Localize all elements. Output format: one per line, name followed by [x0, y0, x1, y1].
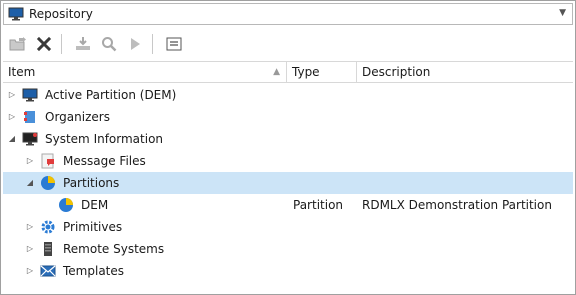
- repository-panel: Repository ▼ Item ▲ Type Description ▷ A…: [0, 0, 576, 295]
- tree-row-label: DEM: [81, 198, 109, 212]
- organizers-icon: [21, 108, 39, 126]
- collapsed-arrow-icon[interactable]: ▷: [7, 84, 17, 106]
- tree-row-label: Templates: [63, 264, 125, 278]
- monitor-icon: [7, 6, 25, 22]
- open-folder-icon[interactable]: [7, 33, 29, 55]
- monitor-icon: [21, 86, 39, 104]
- tree-row-label: Partitions: [63, 176, 120, 190]
- templates-icon: [39, 262, 57, 280]
- sort-ascending-icon: ▲: [273, 67, 280, 77]
- tree-row[interactable]: ▷ Remote Systems: [3, 238, 573, 260]
- tree-row-description: RDMLX Demonstration Partition: [362, 198, 552, 212]
- repository-dropdown[interactable]: Repository ▼: [3, 3, 573, 25]
- dropdown-label: Repository: [29, 7, 93, 21]
- tree-row[interactable]: ▷ Primitives: [3, 216, 573, 238]
- tree-row-label: Message Files: [63, 154, 146, 168]
- partition-icon: [57, 196, 75, 214]
- collapsed-arrow-icon[interactable]: ▷: [25, 260, 35, 282]
- tree-row-label: Primitives: [63, 220, 123, 234]
- server-icon: [39, 240, 57, 258]
- collapsed-arrow-icon[interactable]: ▷: [25, 238, 35, 260]
- properties-icon[interactable]: [163, 33, 185, 55]
- tree-row[interactable]: ▷ Message Files: [3, 150, 573, 172]
- tree-row[interactable]: ◢ Partitions: [3, 172, 573, 194]
- column-header-type-label: Type: [292, 65, 320, 79]
- tree-row[interactable]: ▷ Active Partition (DEM): [3, 84, 573, 106]
- tree-row-label: Organizers: [45, 110, 110, 124]
- column-header-row: Item ▲ Type Description: [3, 61, 573, 83]
- tree-row[interactable]: ◢ System Information: [3, 128, 573, 150]
- run-icon[interactable]: [124, 33, 146, 55]
- column-header-type[interactable]: Type: [287, 62, 357, 82]
- tree-row-type: Partition: [293, 198, 344, 212]
- column-header-description[interactable]: Description: [357, 62, 573, 82]
- toolbar-separator: [152, 34, 153, 54]
- chevron-down-icon: ▼: [559, 8, 566, 18]
- tree-row[interactable]: DEM Partition RDMLX Demonstration Partitio…: [3, 194, 573, 216]
- collapsed-arrow-icon[interactable]: ▷: [25, 216, 35, 238]
- toolbar: [3, 30, 573, 58]
- tree-row-label: System Information: [45, 132, 164, 146]
- column-header-description-label: Description: [362, 65, 431, 79]
- gear-icon: [39, 218, 57, 236]
- column-header-item[interactable]: Item ▲: [3, 62, 287, 82]
- check-in-icon[interactable]: [72, 33, 94, 55]
- tree-row-label: Remote Systems: [63, 242, 165, 256]
- partition-icon: [39, 174, 57, 192]
- toolbar-separator: [61, 34, 62, 54]
- collapsed-arrow-icon[interactable]: ▷: [25, 150, 35, 172]
- message-files-icon: [39, 152, 57, 170]
- expanded-arrow-icon[interactable]: ◢: [7, 128, 17, 150]
- tree-row[interactable]: ▷ Templates: [3, 260, 573, 282]
- column-header-item-label: Item: [8, 65, 36, 79]
- expanded-arrow-icon[interactable]: ◢: [25, 172, 35, 194]
- delete-icon[interactable]: [33, 33, 55, 55]
- tree-row[interactable]: ▷ Organizers: [3, 106, 573, 128]
- search-icon[interactable]: [98, 33, 120, 55]
- system-info-icon: [21, 130, 39, 148]
- collapsed-arrow-icon[interactable]: ▷: [7, 106, 17, 128]
- tree-row-label: Active Partition (DEM): [45, 88, 177, 102]
